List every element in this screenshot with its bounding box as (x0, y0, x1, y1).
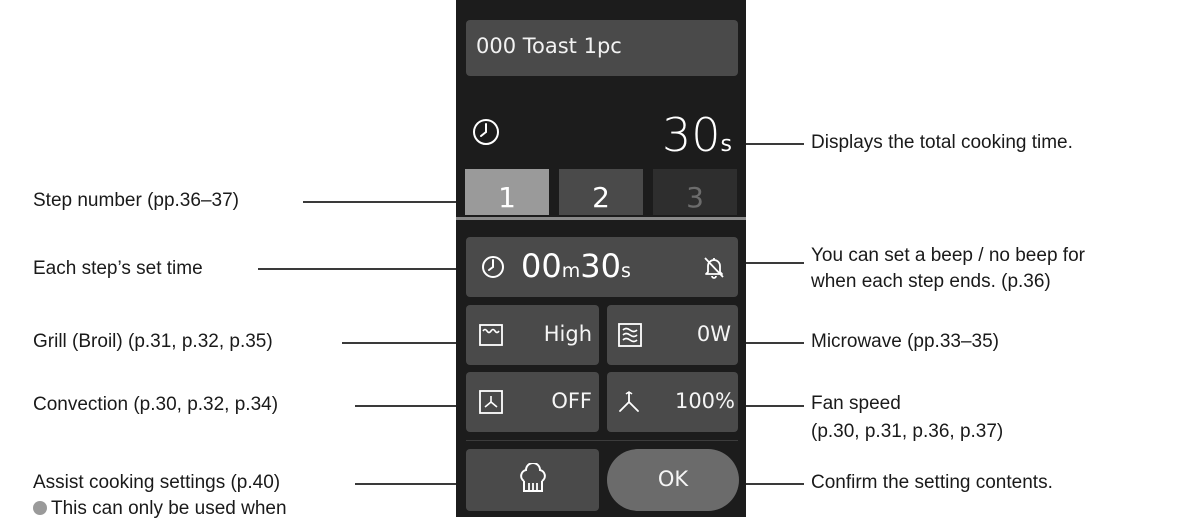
bell-off-icon[interactable] (700, 253, 728, 281)
leader-line-step-time (258, 268, 477, 270)
callout-confirm: Confirm the setting contents. (811, 472, 1053, 493)
program-title: 000 Toast 1pc (476, 34, 622, 58)
clock-icon (482, 256, 504, 278)
assist-cooking-button[interactable] (466, 449, 599, 511)
callout-fan: Fan speed (p.30, p.31, p.36, p.37) (811, 392, 1003, 444)
callout-note: This can only be used when (33, 497, 287, 521)
callout-beep-line1: You can set a beep / no beep for (811, 245, 1085, 266)
fan-speed-value: 100% (674, 389, 735, 413)
callout-convection: Convection (p.30, p.32, p.34) (33, 394, 279, 415)
step-time-minutes: 00 (521, 247, 562, 285)
callout-fan-line1: Fan speed (811, 393, 901, 414)
callout-assist: Assist cooking settings (p.40) (33, 472, 281, 493)
step-3-tab[interactable]: 3 (653, 169, 737, 215)
note-text: This can only be used when (51, 498, 287, 519)
step-2-tab[interactable]: 2 (559, 169, 643, 215)
callout-beep-line2: when each step ends. (p.36) (811, 271, 1051, 292)
program-title-field[interactable]: 000 Toast 1pc (466, 20, 738, 76)
leader-line-grill (342, 342, 472, 344)
total-time-value: 30 (661, 108, 721, 162)
leader-line-assist (355, 483, 472, 485)
step-time-seconds: 30 (580, 247, 621, 285)
fan-icon (619, 391, 639, 412)
convection-setting-button[interactable]: OFF (466, 372, 599, 432)
grill-value: High (543, 322, 592, 346)
grill-setting-button[interactable]: High (466, 305, 599, 365)
callout-beep: You can set a beep / no beep for when ea… (811, 244, 1085, 294)
ok-label: OK (657, 467, 689, 491)
total-time-unit: s (720, 132, 732, 157)
oven-control-panel: 000 Toast 1pc 30s 1 2 3 00m30s High 0W O… (456, 0, 746, 517)
chef-hat-icon (520, 463, 546, 492)
callout-total-time: Displays the total cooking time. (811, 132, 1073, 153)
grill-icon (479, 324, 503, 346)
leader-line-step-number (303, 201, 458, 203)
leader-line-convection (355, 405, 472, 407)
step-time-field[interactable]: 00m30s (466, 237, 738, 297)
microwave-icon (618, 323, 642, 347)
microwave-setting-button[interactable]: 0W (607, 305, 738, 365)
clock-icon (473, 119, 499, 145)
callout-microwave: Microwave (pp.33–35) (811, 331, 999, 352)
callout-step-number: Step number (pp.36–37) (33, 190, 239, 211)
bullet-icon (33, 501, 47, 515)
divider (466, 440, 738, 441)
total-cooking-time: 30s (662, 108, 732, 162)
step-1-tab[interactable]: 1 (465, 169, 549, 215)
ok-button[interactable]: OK (607, 449, 739, 511)
microwave-value: 0W (696, 322, 731, 346)
divider (456, 217, 746, 220)
step-time-seconds-unit: s (620, 260, 631, 282)
callout-grill: Grill (Broil) (p.31, p.32, p.35) (33, 331, 273, 352)
convection-value: OFF (551, 389, 592, 413)
callout-fan-line2: (p.30, p.31, p.36, p.37) (811, 421, 1004, 442)
fan-speed-setting-button[interactable]: 100% (607, 372, 738, 432)
step-time-minutes-unit: m (561, 260, 581, 282)
convection-icon (479, 390, 503, 414)
step-time-value: 00m30s (521, 247, 631, 285)
callout-step-time: Each step’s set time (33, 258, 203, 279)
